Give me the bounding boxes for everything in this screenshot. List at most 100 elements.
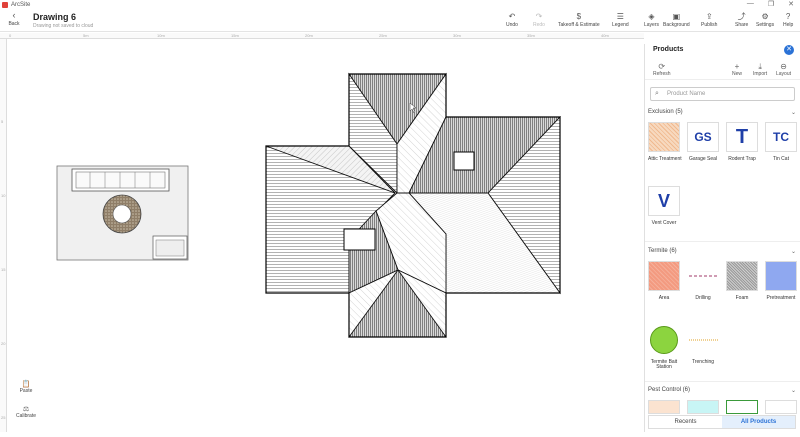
product-tile-partial[interactable] [687, 400, 719, 414]
gear-icon: ⚙ [761, 12, 769, 21]
minus-circle-icon: ⊖ [780, 62, 787, 71]
product-foam[interactable]: Foam [726, 261, 758, 301]
product-vent-cover[interactable]: V Vent Cover [648, 186, 680, 226]
new-product-button[interactable]: + New [732, 62, 742, 77]
plus-icon: + [734, 62, 740, 71]
close-window-button[interactable]: ✕ [788, 0, 794, 8]
product-garage-seal[interactable]: GS Garage Seal [687, 122, 719, 162]
calibrate-icon: ⚖ [22, 406, 30, 413]
import-button[interactable]: ⤓ Import [753, 62, 767, 77]
product-swatch [648, 325, 680, 355]
paste-button[interactable]: 📋 Paste [16, 380, 36, 394]
close-icon: ✕ [786, 46, 792, 53]
publish-icon: ⇪ [705, 12, 713, 21]
product-swatch [648, 122, 680, 152]
ruler-tick: 10m [157, 33, 165, 38]
help-button[interactable]: ? Help [783, 11, 793, 28]
redo-icon: ↷ [535, 12, 543, 21]
back-button[interactable]: ‹ Back [4, 10, 24, 27]
product-search-input[interactable]: ⌕ Product Name [650, 87, 795, 101]
product-swatch: V [648, 186, 680, 216]
ruler-tick: 5 [1, 119, 4, 124]
close-panel-button[interactable]: ✕ [784, 45, 794, 55]
back-label: Back [8, 21, 20, 27]
product-swatch [687, 261, 719, 291]
product-pretreatment[interactable]: Pretreatment [765, 261, 797, 301]
ruler-tick: 5m [83, 33, 89, 38]
ruler-tick: 25m [379, 33, 387, 38]
skylight[interactable] [343, 228, 376, 251]
minimize-button[interactable]: — [747, 0, 754, 8]
download-icon: ⤓ [758, 62, 762, 71]
product-trenching[interactable]: Trenching [687, 325, 719, 365]
undo-icon: ↶ [508, 12, 516, 21]
product-tile-partial[interactable] [726, 400, 758, 414]
legend-icon: ☰ [616, 12, 624, 21]
vertical-ruler: 5 10 15 20 25 [0, 39, 7, 432]
section-exclusion[interactable]: Exclusion (5) ⌄ [648, 109, 798, 116]
document-status: Drawing not saved to cloud [33, 23, 94, 29]
panel-tabs: Recents All Products [648, 415, 796, 429]
legend-button[interactable]: ☰ Legend [612, 11, 629, 28]
layout-button[interactable]: ⊖ Layout [776, 62, 791, 77]
help-icon: ? [785, 12, 791, 21]
product-termite-bait-station[interactable]: Termite Bait Station [648, 325, 680, 370]
product-swatch [648, 261, 680, 291]
ruler-tick: 15 [1, 267, 6, 272]
panel-header: Products ✕ [645, 44, 800, 58]
tab-recents[interactable]: Recents [649, 416, 722, 428]
chevron-left-icon: ‹ [12, 10, 16, 20]
living-room-furniture[interactable] [56, 165, 189, 261]
ruler-tick: 35m [527, 33, 535, 38]
search-icon: ⌕ [655, 90, 659, 97]
publish-button[interactable]: ⇪ Publish [701, 11, 717, 28]
chevron-down-icon: ⌄ [790, 110, 796, 116]
app-logo-icon [2, 2, 8, 8]
ruler-tick: 10 [1, 193, 6, 198]
share-icon: ⤴ [737, 12, 746, 21]
undo-button[interactable]: ↶ Undo [506, 11, 518, 28]
background-button[interactable]: ▣ Background [663, 11, 690, 28]
section-pest-control[interactable]: Pest Control (6) ⌄ [648, 387, 798, 394]
section-termite[interactable]: Termite (6) ⌄ [648, 248, 798, 255]
ruler-tick: 15m [231, 33, 239, 38]
takeoff-estimate-button[interactable]: $ Takeoff & Estimate [558, 11, 600, 28]
product-tin-cat[interactable]: TC Tin Cat [765, 122, 797, 162]
refresh-button[interactable]: ⟳ Refresh [653, 62, 671, 77]
settings-button[interactable]: ⚙ Settings [756, 11, 774, 28]
drawing-canvas[interactable] [8, 40, 644, 432]
chevron-down-icon: ⌄ [790, 249, 796, 255]
round-table[interactable] [112, 204, 132, 224]
horizontal-ruler: 0 5m 10m 15m 20m 25m 30m 35m 40m [0, 33, 644, 39]
redo-button[interactable]: ↷ Redo [533, 11, 545, 28]
product-rodent-trap[interactable]: T Rodent Trap [726, 122, 758, 162]
product-tile-partial[interactable] [648, 400, 680, 414]
panel-actions: ⟳ Refresh + New ⤓ Import ⊖ Layout [645, 58, 800, 80]
main-toolbar: ‹ Back Drawing 6 Drawing not saved to cl… [0, 10, 800, 32]
layers-button[interactable]: ◈ Layers [644, 11, 659, 28]
products-panel: Products ✕ ⟳ Refresh + New ⤓ Import ⊖ La… [644, 44, 800, 432]
calibrate-button[interactable]: ⚖ Calibrate [16, 405, 36, 419]
app-name: ArcSite [11, 2, 31, 8]
product-attic-treatment[interactable]: Attic Treatment [648, 122, 682, 162]
product-swatch [687, 325, 719, 355]
roof-plan[interactable] [265, 72, 562, 338]
skylight[interactable] [453, 151, 475, 171]
product-swatch: TC [765, 122, 797, 152]
ruler-tick: 20 [1, 341, 6, 346]
product-swatch [765, 261, 797, 291]
refresh-icon: ⟳ [658, 62, 666, 71]
product-drilling[interactable]: Drilling [687, 261, 719, 301]
share-button[interactable]: ⤴ Share [735, 11, 748, 28]
product-swatch: GS [687, 122, 719, 152]
product-tile-partial[interactable] [765, 400, 797, 414]
drawing-svg[interactable] [8, 40, 644, 432]
panel-title: Products [653, 46, 684, 53]
layers-icon: ◈ [648, 12, 655, 21]
maximize-button[interactable]: ❐ [768, 0, 774, 8]
product-area[interactable]: Area [648, 261, 680, 301]
ruler-tick: 20m [305, 33, 313, 38]
tab-all-products[interactable]: All Products [722, 416, 795, 428]
product-swatch: T [726, 122, 758, 152]
search-placeholder: Product Name [667, 91, 706, 97]
